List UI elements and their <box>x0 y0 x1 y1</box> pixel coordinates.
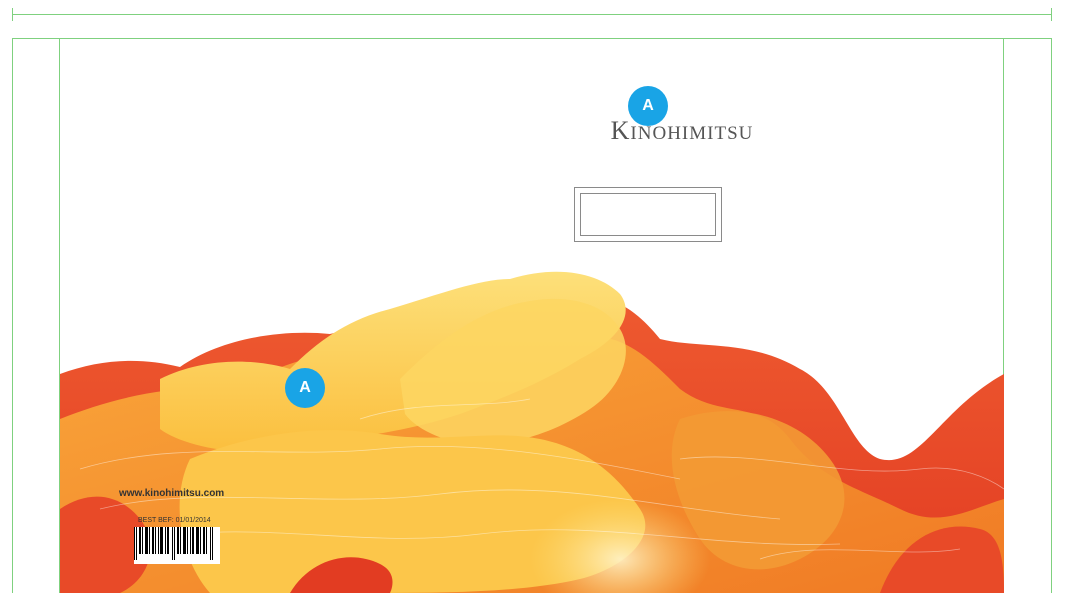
top-trim-tick-left <box>12 8 13 21</box>
brand-logo-initial: K <box>610 116 631 145</box>
annotation-marker-artwork[interactable]: A <box>285 368 325 408</box>
top-trim-line <box>12 14 1052 15</box>
label-box-inner <box>580 193 716 236</box>
brand-logo: KINOHIMITSU <box>60 116 1004 146</box>
barcode <box>134 527 220 564</box>
package-artwork: KINOHIMITSU A A www.kinohimitsu.com BEST… <box>60 39 1004 593</box>
bleed-right-line <box>1051 38 1052 593</box>
label-box <box>574 187 722 242</box>
best-before-date: BEST BEF: 01/01/2014 <box>138 517 211 524</box>
top-trim-tick-right <box>1051 8 1052 21</box>
barcode-bars <box>134 527 213 560</box>
annotation-marker-logo[interactable]: A <box>628 86 668 126</box>
website-url: www.kinohimitsu.com <box>119 488 225 499</box>
bleed-left-line <box>12 38 13 593</box>
brand-logo-rest: INOHIMITSU <box>630 123 754 144</box>
